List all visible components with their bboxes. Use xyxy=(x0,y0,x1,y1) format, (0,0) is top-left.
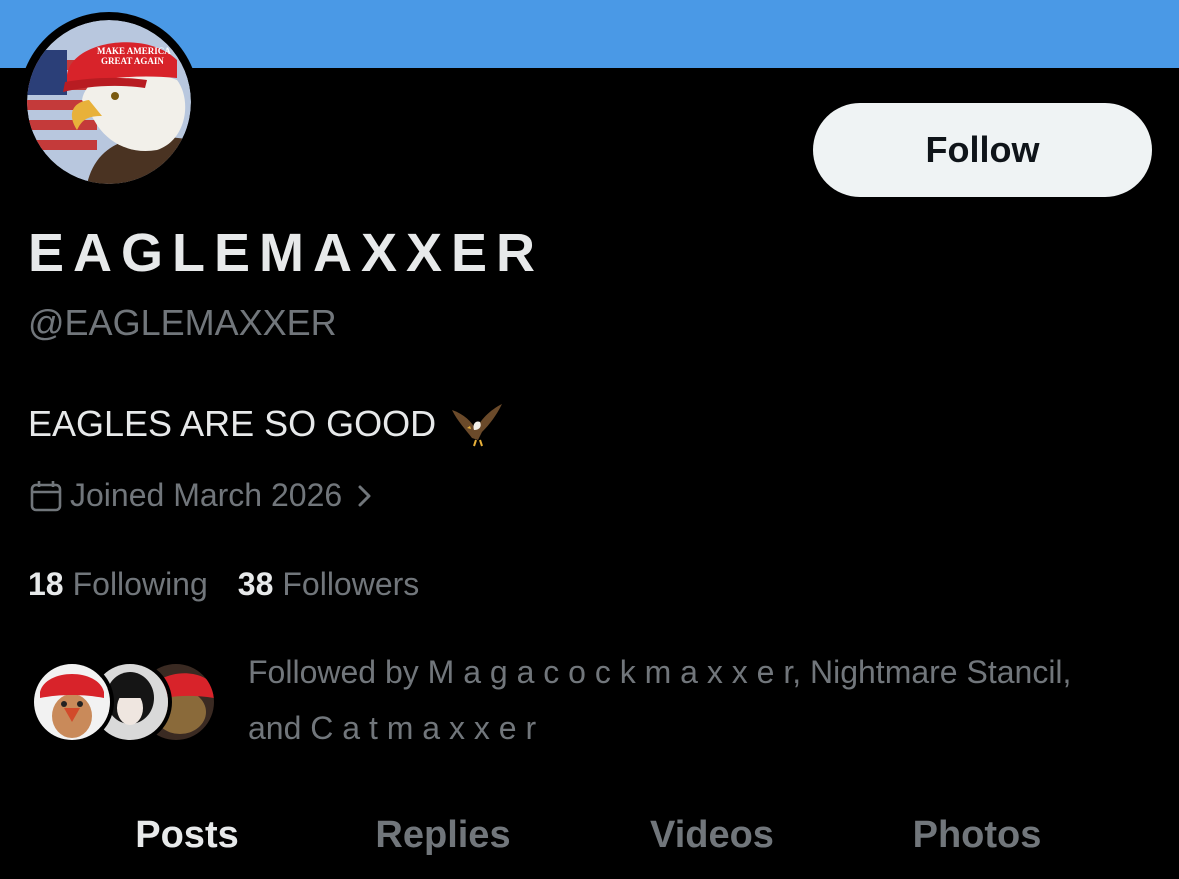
following-count: 18 xyxy=(28,566,64,602)
chevron-right-icon xyxy=(354,481,376,511)
eagle-emoji-icon xyxy=(450,400,504,448)
calendar-icon xyxy=(28,478,64,514)
profile-bio: EAGLES ARE SO GOOD xyxy=(28,400,504,448)
profile-tabs: Posts Replies Videos Photos xyxy=(0,800,1179,870)
joined-text: Joined March 2026 xyxy=(70,477,343,513)
tab-photos[interactable]: Photos xyxy=(895,800,1059,870)
follow-button[interactable]: Follow xyxy=(813,103,1152,197)
followers-count: 38 xyxy=(237,566,274,602)
profile-page: MAKE AMERICA GREAT AGAIN Follow EAGLEMAX… xyxy=(0,0,1179,879)
joined-date[interactable]: Joined March 2026 xyxy=(28,477,376,514)
followed-by-avatars[interactable] xyxy=(30,660,220,744)
following-label: Following xyxy=(72,566,208,602)
follow-stats: 18 Following 38 Followers xyxy=(28,566,419,603)
eagle-avatar-image: MAKE AMERICA GREAT AGAIN xyxy=(27,20,191,184)
display-name: EAGLEMAXXER xyxy=(28,223,545,283)
followed-by-line-1: Followed by M a g a c o c k m a x x e r,… xyxy=(248,654,1072,690)
profile-avatar[interactable]: MAKE AMERICA GREAT AGAIN xyxy=(19,12,199,192)
following-link[interactable]: 18 Following xyxy=(28,566,208,603)
tab-replies[interactable]: Replies xyxy=(360,800,526,870)
tab-posts[interactable]: Posts xyxy=(107,800,267,870)
followed-by-text[interactable]: Followed by M a g a c o c k m a x x e r,… xyxy=(248,644,1148,756)
user-handle: @EAGLEMAXXER xyxy=(28,302,337,343)
followers-link[interactable]: 38 Followers xyxy=(238,566,420,603)
followed-by-line-2: and C a t m a x x e r xyxy=(248,710,537,746)
followers-label: Followers xyxy=(282,566,420,602)
hat-text-line-1: MAKE AMERICA xyxy=(97,46,171,56)
bio-text: EAGLES ARE SO GOOD xyxy=(28,403,437,444)
follower-avatar-magacockmaxxer xyxy=(30,660,114,744)
hat-text-line-2: GREAT AGAIN xyxy=(101,56,164,66)
tab-videos[interactable]: Videos xyxy=(632,800,792,870)
